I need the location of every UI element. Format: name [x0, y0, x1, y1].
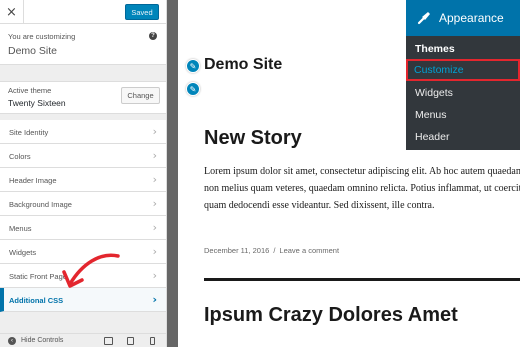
active-theme-label: Active theme [8, 86, 52, 95]
section-background-image[interactable]: Background Image › [0, 192, 166, 216]
chevron-right-icon: › [152, 125, 157, 138]
hide-controls-icon[interactable]: ‹ [8, 337, 16, 345]
site-title[interactable]: Demo Site [204, 56, 282, 74]
section-label: Site Identity [9, 128, 49, 137]
admin-menu-menus[interactable]: Menus [406, 104, 520, 126]
edit-shortcut-pencil-icon[interactable]: ✎ [186, 59, 200, 73]
tablet-preview-icon[interactable] [127, 337, 134, 345]
divider [204, 278, 520, 281]
customizing-site-name: Demo Site [8, 45, 58, 57]
meta-separator: / [273, 246, 276, 255]
admin-menu-widgets[interactable]: Widgets [406, 82, 520, 104]
section-label: Additional CSS [9, 296, 64, 305]
post-title[interactable]: New Story [204, 127, 302, 150]
admin-menu-customize[interactable]: Customize [406, 59, 520, 81]
customizer-sidebar: × Saved You are customizing Demo Site ? … [0, 0, 167, 347]
hide-controls-button[interactable]: Hide Controls [21, 337, 63, 344]
post-date[interactable]: December 11, 2016 [204, 246, 269, 255]
customizing-info: You are customizing Demo Site ? [0, 24, 166, 65]
appearance-menu-label: Appearance [439, 11, 504, 25]
section-header-image[interactable]: Header Image › [0, 168, 166, 192]
desktop-preview-icon[interactable] [104, 337, 113, 345]
customizer-footer: ‹ Hide Controls [0, 333, 166, 347]
chevron-right-icon: › [152, 269, 157, 282]
paintbrush-icon [417, 12, 430, 25]
customizer-topbar: × Saved [0, 0, 166, 24]
admin-menu-themes[interactable]: Themes [406, 38, 520, 60]
section-label: Menus [9, 224, 32, 233]
post-excerpt: Lorem ipsum dolor sit amet, consectetur … [204, 166, 520, 211]
chevron-right-icon: › [152, 221, 157, 234]
section-label: Static Front Page [9, 272, 67, 281]
section-menus[interactable]: Menus › [0, 216, 166, 240]
appearance-menu-heading[interactable]: Appearance [406, 0, 520, 36]
mobile-preview-icon[interactable] [150, 337, 155, 345]
close-customizer-button[interactable]: × [0, 0, 24, 24]
chevron-right-icon: › [152, 245, 157, 258]
leave-comment-link[interactable]: Leave a comment [279, 246, 339, 255]
section-colors[interactable]: Colors › [0, 144, 166, 168]
chevron-right-icon: › [152, 149, 157, 162]
section-label: Colors [9, 152, 31, 161]
section-label: Background Image [9, 200, 72, 209]
section-site-identity[interactable]: Site Identity › [0, 120, 166, 144]
change-theme-button[interactable]: Change [121, 87, 160, 104]
section-label: Widgets [9, 248, 37, 257]
post-meta: December 11, 2016 /Leave a comment [204, 246, 339, 255]
chevron-right-icon: › [152, 197, 157, 210]
admin-menu-header[interactable]: Header [406, 126, 520, 148]
post-title[interactable]: Ipsum Crazy Dolores Amet [204, 304, 458, 327]
active-theme-panel: Active theme Twenty Sixteen Change [0, 81, 166, 114]
customizing-label: You are customizing [8, 32, 76, 41]
help-icon[interactable]: ? [149, 32, 157, 40]
appearance-admin-menu: Appearance Themes Customize Widgets Menu… [406, 0, 520, 150]
chevron-right-icon: › [152, 173, 157, 186]
active-theme-name: Twenty Sixteen [8, 98, 66, 108]
annotation-arrow-icon [62, 253, 120, 288]
close-icon: × [6, 4, 17, 20]
saved-button[interactable]: Saved [125, 4, 159, 20]
edit-shortcut-pencil-icon[interactable]: ✎ [186, 82, 200, 96]
chevron-right-icon: › [152, 293, 157, 306]
section-label: Header Image [9, 176, 57, 185]
